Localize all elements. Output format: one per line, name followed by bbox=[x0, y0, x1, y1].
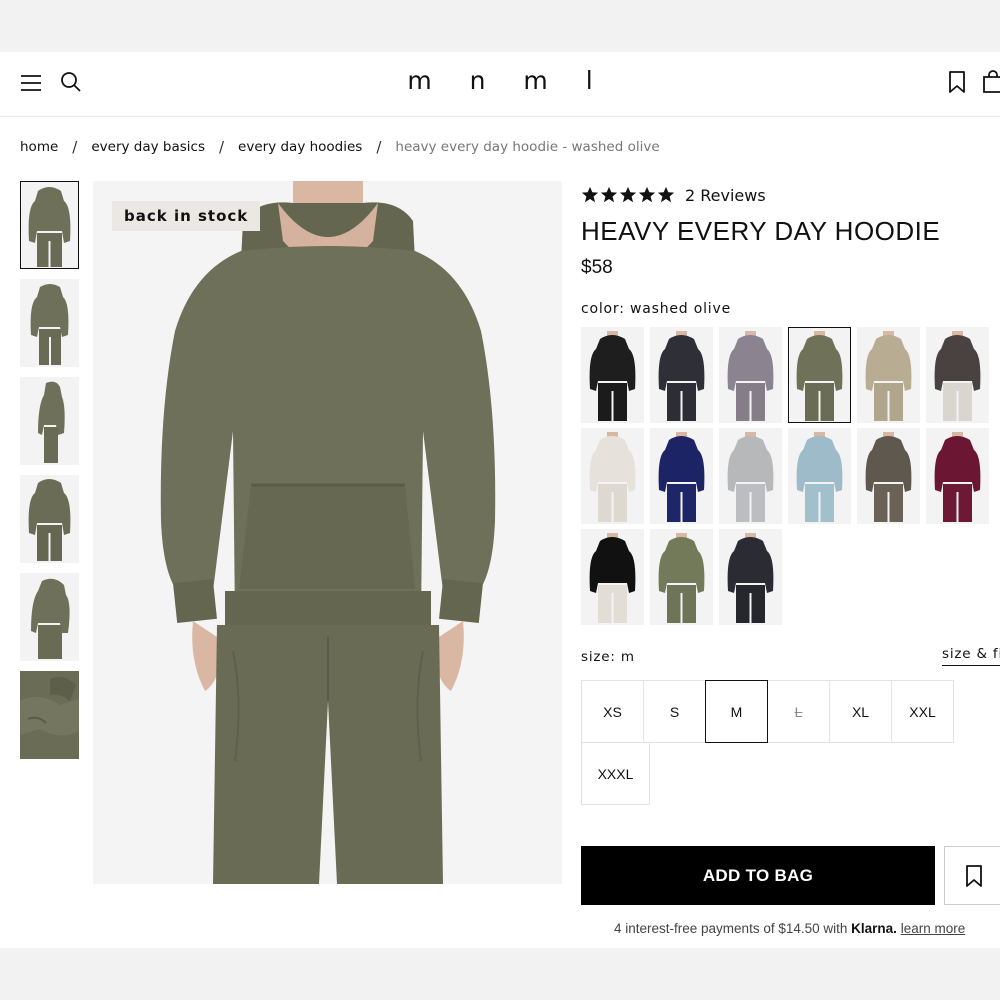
color-swatch[interactable] bbox=[788, 327, 851, 423]
thumbnail-detail[interactable] bbox=[20, 671, 79, 759]
star-icon bbox=[600, 186, 618, 203]
size-option-xxl[interactable]: XXL bbox=[891, 680, 954, 743]
product-page: m n m l home / every day basics / every … bbox=[0, 52, 1000, 948]
color-swatch[interactable] bbox=[926, 327, 989, 423]
breadcrumb-link-every-day-basics[interactable]: every day basics bbox=[91, 139, 205, 155]
size-option-label: XXL bbox=[909, 703, 936, 720]
bookmark-icon bbox=[949, 71, 965, 93]
size-option-label: L bbox=[794, 703, 803, 720]
size-selector: XS S M L XL XXL XXXL bbox=[581, 680, 961, 805]
color-swatch[interactable] bbox=[650, 529, 713, 625]
breadcrumb: home / every day basics / every day hood… bbox=[20, 138, 660, 156]
klarna-text: 4 interest-free payments of $14.50 with bbox=[614, 921, 848, 936]
star-rating bbox=[581, 186, 675, 204]
rating[interactable]: 2 Reviews bbox=[581, 181, 1000, 209]
site-header: m n m l bbox=[0, 52, 1000, 117]
size-option-xxxl[interactable]: XXXL bbox=[581, 742, 650, 805]
size-option-xs[interactable]: XS bbox=[581, 680, 644, 743]
breadcrumb-separator: / bbox=[218, 138, 225, 156]
color-swatch[interactable] bbox=[650, 428, 713, 524]
color-swatch[interactable] bbox=[719, 327, 782, 423]
size-option-label: M bbox=[730, 703, 743, 720]
size-fit-link[interactable]: size & fit bbox=[942, 646, 1000, 666]
star-icon bbox=[581, 186, 599, 203]
klarna-learn-more-link[interactable]: learn more bbox=[901, 921, 966, 936]
bag-button[interactable] bbox=[980, 68, 1000, 96]
color-swatch[interactable] bbox=[719, 529, 782, 625]
thumbnail-back[interactable] bbox=[20, 475, 79, 563]
size-row: size: m size & fit bbox=[581, 646, 1000, 672]
bookmark-icon bbox=[966, 864, 982, 887]
color-swatch[interactable] bbox=[719, 428, 782, 524]
thumbnail-side[interactable] bbox=[20, 377, 79, 465]
color-label: color: washed olive bbox=[581, 301, 731, 317]
color-swatch[interactable] bbox=[788, 428, 851, 524]
main-product-image[interactable]: back in stock bbox=[93, 181, 562, 884]
breadcrumb-link-home[interactable]: home bbox=[20, 139, 58, 155]
add-to-bag-button[interactable]: ADD TO BAG bbox=[581, 846, 935, 905]
bag-icon bbox=[983, 70, 1000, 93]
back-in-stock-badge: back in stock bbox=[112, 201, 261, 231]
breadcrumb-separator: / bbox=[72, 138, 78, 156]
product-info: 2 Reviews HEAVY EVERY DAY HOODIE $58 col… bbox=[581, 181, 1000, 805]
wishlist-button[interactable] bbox=[944, 68, 970, 96]
size-option-xl[interactable]: XL bbox=[829, 680, 892, 743]
color-swatch[interactable] bbox=[926, 428, 989, 524]
add-to-bag-row: ADD TO BAG bbox=[581, 846, 1000, 905]
color-swatch-grid bbox=[581, 327, 1000, 625]
size-option-label: XL bbox=[851, 703, 870, 720]
klarna-logo: Klarna. bbox=[851, 921, 897, 936]
reviews-link[interactable]: 2 Reviews bbox=[685, 186, 766, 205]
thumbnail-front-2[interactable] bbox=[20, 279, 79, 367]
size-option-label: S bbox=[669, 703, 680, 720]
klarna-message: 4 interest-free payments of $14.50 with … bbox=[614, 921, 965, 936]
size-option-label: XXXL bbox=[597, 765, 634, 782]
color-swatch[interactable] bbox=[857, 428, 920, 524]
breadcrumb-link-every-day-hoodies[interactable]: every day hoodies bbox=[238, 139, 362, 155]
product-title: HEAVY EVERY DAY HOODIE bbox=[581, 216, 941, 246]
thumbnail-list bbox=[20, 181, 79, 769]
thumbnail-angle[interactable] bbox=[20, 573, 79, 661]
size-option-s[interactable]: S bbox=[643, 680, 706, 743]
size-option-m[interactable]: M bbox=[705, 680, 768, 743]
size-option-l[interactable]: L bbox=[767, 680, 830, 743]
star-icon bbox=[657, 186, 675, 203]
star-icon bbox=[638, 186, 656, 203]
color-swatch[interactable] bbox=[581, 327, 644, 423]
size-option-label: XS bbox=[603, 703, 622, 720]
color-swatch[interactable] bbox=[581, 428, 644, 524]
size-label: size: m bbox=[581, 649, 635, 665]
color-swatch[interactable] bbox=[650, 327, 713, 423]
star-icon bbox=[619, 186, 637, 203]
product-price: $58 bbox=[581, 257, 613, 278]
save-to-wishlist-button[interactable] bbox=[944, 846, 1000, 905]
color-swatch[interactable] bbox=[581, 529, 644, 625]
thumbnail-front[interactable] bbox=[20, 181, 79, 269]
site-logo[interactable]: m n m l bbox=[0, 66, 1000, 95]
breadcrumb-separator: / bbox=[376, 138, 382, 156]
breadcrumb-current: heavy every day hoodie - washed olive bbox=[395, 139, 660, 155]
color-swatch[interactable] bbox=[857, 327, 920, 423]
